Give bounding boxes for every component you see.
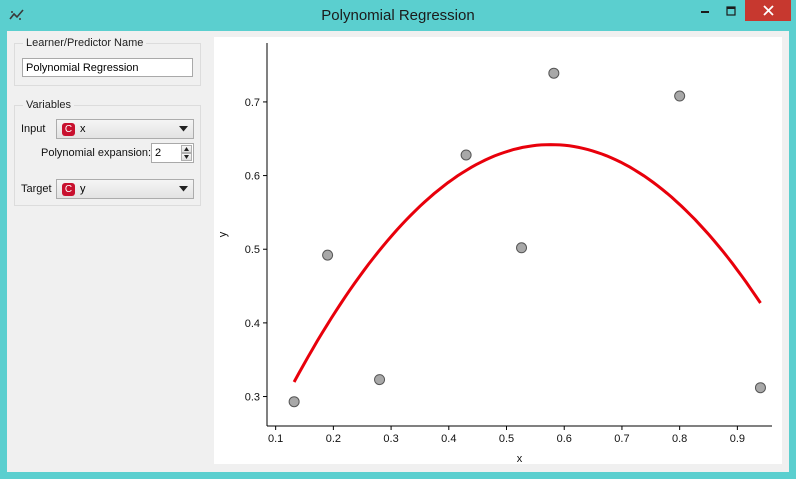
spin-down-button[interactable] xyxy=(181,153,192,161)
y-tick-label: 0.3 xyxy=(245,392,260,404)
input-label: Input xyxy=(21,123,46,135)
chart-axes: 0.1 0.2 0.3 0.4 0.5 0.6 0.7 0.8 0.9 0.3 0.4 0.5 0.6 0… xyxy=(245,43,772,445)
learner-name-group-label: Learner/Predictor Name xyxy=(23,37,147,49)
y-tick-label: 0.7 xyxy=(245,97,260,109)
title-bar[interactable]: Polynomial Regression xyxy=(0,0,796,31)
data-point xyxy=(754,382,766,394)
polynomial-expansion-value: 2 xyxy=(155,147,162,159)
input-variable-combo[interactable]: C x xyxy=(56,119,194,139)
x-tick-label: 0.8 xyxy=(672,433,687,445)
y-axis-label: y xyxy=(217,231,229,237)
x-tick-label: 0.6 xyxy=(557,433,572,445)
target-variable-combo[interactable]: C y xyxy=(56,179,194,199)
data-point xyxy=(288,396,300,408)
arrow-up-icon xyxy=(184,147,189,151)
data-point xyxy=(516,242,528,254)
learner-name-input[interactable]: Polynomial Regression xyxy=(22,58,193,77)
target-label: Target xyxy=(21,183,52,195)
continuous-variable-icon: C xyxy=(62,182,75,196)
y-tick-label: 0.4 xyxy=(245,318,260,330)
data-point xyxy=(460,149,472,161)
x-tick-label: 0.4 xyxy=(441,433,456,445)
minimize-icon xyxy=(701,10,709,13)
application-window: Polynomial Regression Learner/Predictor … xyxy=(0,0,796,479)
regression-plot[interactable]: 0.1 0.2 0.3 0.4 0.5 0.6 0.7 0.8 0.9 0.3 0.4 0.5 0.6 0… xyxy=(214,37,782,465)
polynomial-expansion-label: Polynomial expansion: xyxy=(41,147,152,159)
spin-up-button[interactable] xyxy=(181,145,192,153)
x-tick-label: 0.1 xyxy=(268,433,283,445)
x-tick-label: 0.9 xyxy=(730,433,745,445)
x-tick-label: 0.5 xyxy=(499,433,514,445)
data-point xyxy=(674,90,686,102)
widget-content: Learner/Predictor Name Polynomial Regres… xyxy=(7,31,789,472)
x-tick-label: 0.3 xyxy=(383,433,398,445)
continuous-variable-icon: C xyxy=(62,122,75,136)
target-variable-value: y xyxy=(80,183,86,195)
data-point xyxy=(322,249,334,261)
minimize-button[interactable] xyxy=(692,0,718,21)
data-point xyxy=(548,67,560,79)
close-button[interactable] xyxy=(745,0,791,21)
y-tick-label: 0.6 xyxy=(245,171,260,183)
y-tick-label: 0.5 xyxy=(245,244,260,256)
window-title: Polynomial Regression xyxy=(321,7,475,24)
chevron-down-icon xyxy=(179,126,188,132)
regression-curve xyxy=(292,143,762,383)
polynomial-expansion-spinbox[interactable]: 2 xyxy=(151,143,194,163)
maximize-button[interactable] xyxy=(718,0,744,21)
maximize-icon xyxy=(726,5,736,16)
regression-curve-layer xyxy=(292,143,762,383)
chevron-down-icon xyxy=(179,186,188,192)
x-tick-label: 0.2 xyxy=(326,433,341,445)
input-variable-value: x xyxy=(80,123,86,135)
x-tick-label: 0.7 xyxy=(614,433,629,445)
data-point xyxy=(374,374,386,386)
spinbox-buttons xyxy=(181,145,192,161)
regression-chart: 0.1 0.2 0.3 0.4 0.5 0.6 0.7 0.8 0.9 0.3 0.4 0.5 0.6 0… xyxy=(217,43,772,465)
variables-group-label: Variables xyxy=(23,99,75,111)
x-axis-label: x xyxy=(517,453,523,464)
data-points-layer xyxy=(288,67,766,408)
arrow-down-icon xyxy=(184,155,189,159)
close-icon xyxy=(762,5,774,16)
